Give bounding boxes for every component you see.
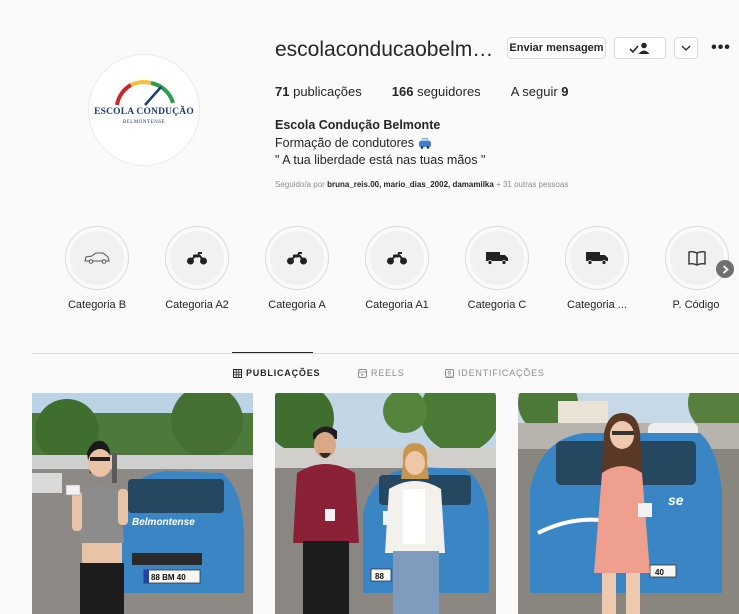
bio-line-1: Formação de condutores xyxy=(275,136,432,150)
highlight-label: Categoria ... xyxy=(567,299,627,311)
posts-label: publicações xyxy=(293,84,362,99)
speedometer-logo-icon xyxy=(115,80,175,106)
highlight-categoria-a1[interactable] xyxy=(365,226,429,290)
highlight-label: Categoria C xyxy=(467,299,527,311)
send-message-button[interactable]: Enviar mensagem xyxy=(507,37,606,59)
highlight-cover xyxy=(470,231,524,285)
posts-count: 71 xyxy=(275,84,290,99)
motorcycle-icon xyxy=(187,252,207,265)
motorcycle-icon xyxy=(387,252,407,265)
car-sticker-text: se xyxy=(668,492,684,508)
user-check-icon xyxy=(629,42,650,54)
post-thumbnail-1[interactable]: Belmontense 88 BM 40 xyxy=(32,393,253,614)
avatar-brand-text: ESCOLA CONDUÇÃO xyxy=(94,107,194,117)
highlight-cover xyxy=(170,231,224,285)
chevron-right-icon xyxy=(722,264,729,274)
highlight-label: P. Código xyxy=(672,299,720,311)
tab-label: IDENTIFICAÇÕES xyxy=(458,368,545,378)
following-count: 9 xyxy=(561,84,569,99)
grid-icon xyxy=(233,368,242,378)
reels-icon xyxy=(358,368,367,378)
highlight-label: Categoria A1 xyxy=(365,299,429,311)
highlight-categoria-b[interactable] xyxy=(65,226,129,290)
avatar-brand-subtext: BELMONTENSE xyxy=(122,120,166,125)
license-plate-text: 88 xyxy=(375,572,384,581)
motorcycle-icon xyxy=(287,252,307,265)
highlight-label: Categoria A2 xyxy=(165,299,229,311)
highlight-cover xyxy=(270,231,324,285)
highlight-cover xyxy=(570,231,624,285)
following-label: A seguir xyxy=(510,84,558,99)
chevron-down-icon xyxy=(681,45,691,51)
license-plate-text: 40 xyxy=(655,568,664,577)
followers-count: 166 xyxy=(391,84,414,99)
highlight-categoria-ce[interactable] xyxy=(565,226,629,290)
highlight-label: Categoria B xyxy=(67,299,127,311)
profile-stats: 71 publicações 166 seguidores A seguir 9 xyxy=(275,84,569,99)
highlight-label: Categoria A xyxy=(268,299,326,311)
highlight-cover xyxy=(70,231,124,285)
tabs-divider xyxy=(32,353,739,354)
highlight-categoria-a[interactable] xyxy=(265,226,329,290)
highlight-cover xyxy=(370,231,424,285)
highlight-categoria-a2[interactable] xyxy=(165,226,229,290)
post-thumbnail-3[interactable]: se 40 xyxy=(518,393,739,614)
car-icon xyxy=(418,138,431,149)
car-sticker-text: Belmontense xyxy=(132,517,195,528)
highlights-next-arrow-icon[interactable] xyxy=(716,260,734,278)
truck-icon xyxy=(586,252,608,265)
bio-line-2: " A tua liberdade está nas tuas mãos " xyxy=(275,153,486,167)
posts-stat: 71 publicações xyxy=(275,84,362,99)
bio-name: Escola Condução Belmonte xyxy=(275,118,441,132)
tab-publicacoes[interactable]: PUBLICAÇÕES xyxy=(233,368,320,378)
followers-stat[interactable]: 166 seguidores xyxy=(392,84,481,99)
tag-icon xyxy=(445,368,454,378)
book-icon xyxy=(688,250,706,266)
following-button[interactable] xyxy=(614,37,666,59)
license-plate-text: 88 BM 40 xyxy=(151,573,186,582)
followed-by-users: bruna_reis.00, mario_dias_2002, damamilk… xyxy=(327,180,494,189)
tab-label: REELS xyxy=(371,368,405,378)
active-tab-indicator xyxy=(232,352,313,353)
more-options-button[interactable]: ••• xyxy=(708,37,734,59)
post-image: Belmontense 88 BM 40 xyxy=(32,393,253,614)
tab-label: PUBLICAÇÕES xyxy=(246,368,321,378)
post-thumbnail-2[interactable]: 88 xyxy=(275,393,496,614)
highlight-cover xyxy=(670,231,724,285)
suggested-dropdown-button[interactable] xyxy=(674,37,698,59)
bio-line-1-text: Formação de condutores xyxy=(275,136,414,150)
followed-by-text[interactable]: Seguido/a por bruna_reis.00, mario_dias_… xyxy=(275,180,568,189)
post-image: se 40 xyxy=(518,393,739,614)
instagram-profile-page: ESCOLA CONDUÇÃO BELMONTENSE escolaconduc… xyxy=(0,0,739,614)
post-image: 88 xyxy=(275,393,496,614)
followers-label: seguidores xyxy=(417,84,481,99)
profile-avatar[interactable]: ESCOLA CONDUÇÃO BELMONTENSE xyxy=(88,54,200,166)
highlight-p-codigo[interactable] xyxy=(665,226,729,290)
followed-by-prefix: Seguido/a por xyxy=(275,180,325,189)
truck-icon xyxy=(486,252,508,265)
followed-by-suffix: + 31 outras pessoas xyxy=(496,180,569,189)
tab-identificacoes[interactable]: IDENTIFICAÇÕES xyxy=(445,368,545,378)
car-icon xyxy=(84,252,110,264)
following-stat[interactable]: A seguir 9 xyxy=(511,84,569,99)
highlight-categoria-c[interactable] xyxy=(465,226,529,290)
tab-reels[interactable]: REELS xyxy=(358,368,405,378)
profile-username: escolaconducaobelm… xyxy=(275,38,494,61)
